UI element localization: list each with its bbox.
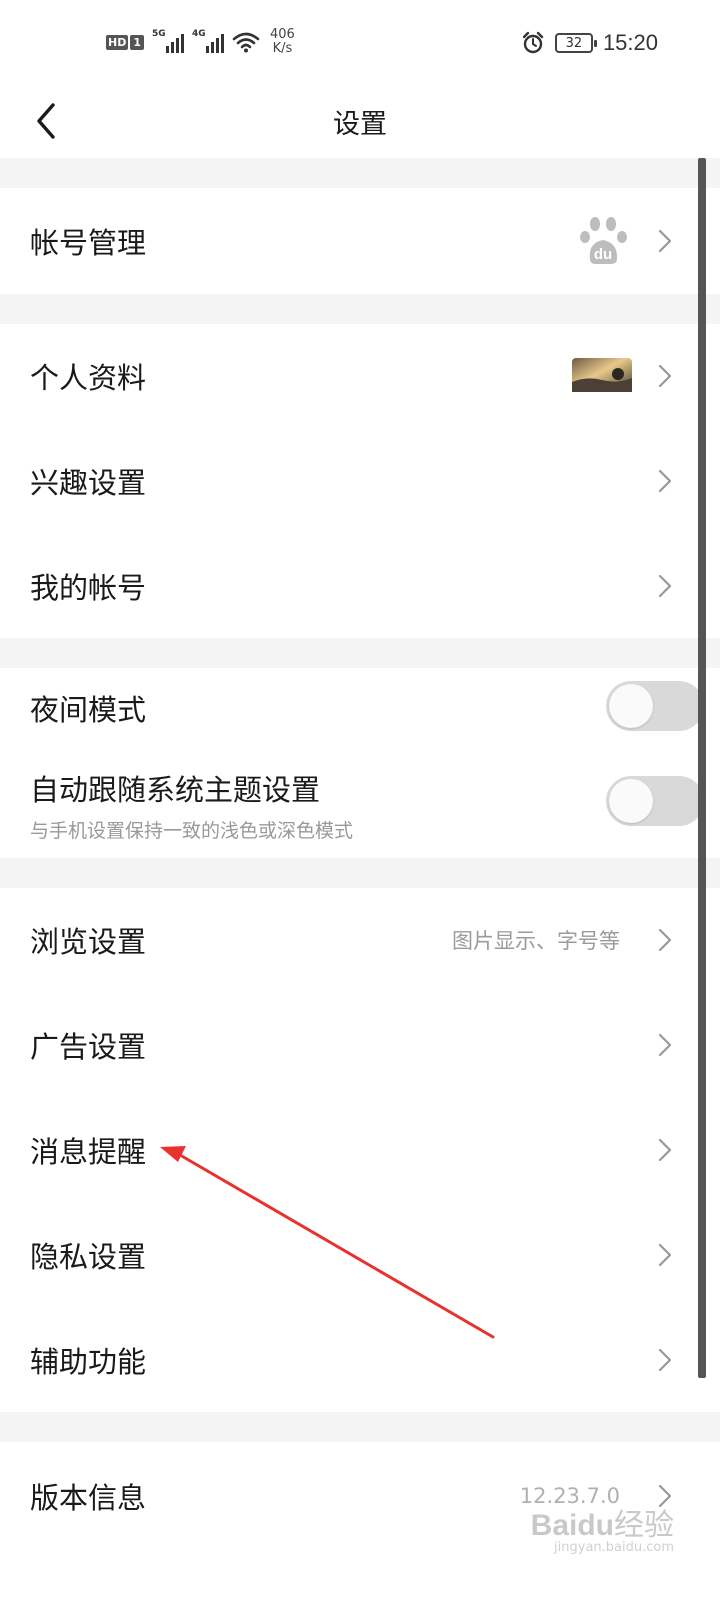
chevron-right-icon bbox=[658, 1348, 672, 1372]
follow-system-toggle[interactable] bbox=[606, 776, 704, 826]
network-type-1: 5G bbox=[152, 29, 166, 39]
interest-settings-label: 兴趣设置 bbox=[30, 466, 147, 500]
watermark: Baidu经验 jingyan.baidu.com bbox=[530, 1500, 674, 1555]
svg-text:du: du bbox=[594, 246, 612, 263]
section-divider bbox=[0, 638, 720, 668]
baidu-paw-icon: du bbox=[580, 217, 627, 264]
watermark-brand: Baidu bbox=[530, 1509, 614, 1542]
watermark-url: jingyan.baidu.com bbox=[554, 1540, 674, 1555]
profile-section: 个人资料 兴趣设置 我的帐号 bbox=[0, 324, 720, 638]
chevron-right-icon bbox=[658, 1033, 672, 1057]
signal-bar bbox=[221, 34, 224, 53]
signal-bar bbox=[166, 46, 169, 53]
signal-bar bbox=[181, 34, 184, 53]
follow-system-sublabel: 与手机设置保持一致的浅色或深色模式 bbox=[30, 820, 354, 842]
signal-bar bbox=[211, 42, 214, 53]
wifi-icon bbox=[232, 32, 260, 53]
chevron-right-icon bbox=[658, 1243, 672, 1267]
display-section: 夜间模式 自动跟随系统主题设置 与手机设置保持一致的浅色或深色模式 bbox=[0, 668, 720, 858]
browse-settings-value: 图片显示、字号等 bbox=[452, 929, 620, 953]
signal-icon: 5G bbox=[152, 29, 184, 53]
toggle-knob bbox=[609, 684, 653, 728]
night-mode-row: 夜间模式 bbox=[0, 668, 706, 748]
my-account-row[interactable]: 我的帐号 bbox=[0, 534, 706, 638]
chevron-right-icon bbox=[658, 928, 672, 952]
clock: 15:20 bbox=[602, 30, 658, 55]
night-mode-toggle[interactable] bbox=[606, 681, 704, 731]
message-reminder-label: 消息提醒 bbox=[30, 1135, 147, 1169]
message-reminder-row[interactable]: 消息提醒 bbox=[0, 1098, 706, 1202]
speed-value: 406 bbox=[270, 27, 295, 42]
general-section: 浏览设置 图片显示、字号等 广告设置 消息提醒 隐私设置 辅助功能 bbox=[0, 888, 720, 1412]
hd-label: HD bbox=[106, 34, 129, 50]
my-account-label: 我的帐号 bbox=[30, 571, 147, 605]
status-left: HD 1 5G 4G 406 K/s bbox=[106, 28, 295, 56]
interest-settings-row[interactable]: 兴趣设置 bbox=[0, 429, 706, 533]
version-info-label: 版本信息 bbox=[30, 1481, 147, 1515]
signal-bar bbox=[206, 46, 209, 53]
battery-level: 32 bbox=[565, 35, 583, 51]
privacy-settings-row[interactable]: 隐私设置 bbox=[0, 1203, 706, 1307]
status-bar: HD 1 5G 4G 406 K/s 32 15:20 bbox=[0, 0, 720, 90]
chevron-right-icon bbox=[658, 364, 672, 388]
scrollbar[interactable] bbox=[698, 158, 706, 1378]
sim-label: 1 bbox=[130, 34, 144, 50]
chevron-right-icon bbox=[658, 1138, 672, 1162]
signal-bar bbox=[216, 38, 219, 53]
profile-label: 个人资料 bbox=[30, 361, 147, 395]
account-management-row[interactable]: 帐号管理 du bbox=[0, 189, 706, 293]
toggle-knob bbox=[609, 779, 653, 823]
account-management-label: 帐号管理 bbox=[30, 226, 147, 260]
status-right: 32 15:20 bbox=[521, 30, 658, 56]
browse-settings-label: 浏览设置 bbox=[30, 925, 147, 959]
profile-row[interactable]: 个人资料 bbox=[0, 324, 706, 428]
section-divider bbox=[0, 1412, 720, 1442]
network-speed: 406 K/s bbox=[270, 28, 295, 56]
accessibility-label: 辅助功能 bbox=[30, 1345, 147, 1379]
follow-system-label: 自动跟随系统主题设置 bbox=[30, 773, 321, 807]
night-mode-label: 夜间模式 bbox=[30, 693, 147, 727]
alarm-icon bbox=[522, 31, 544, 54]
section-divider bbox=[0, 858, 720, 888]
hd-badge: HD 1 bbox=[106, 34, 144, 50]
watermark-suffix: 经验 bbox=[614, 1508, 674, 1543]
network-type-2: 4G bbox=[192, 29, 206, 39]
ad-settings-label: 广告设置 bbox=[30, 1030, 147, 1064]
browse-settings-row[interactable]: 浏览设置 图片显示、字号等 bbox=[0, 888, 706, 992]
chevron-right-icon bbox=[658, 469, 672, 493]
account-section: 帐号管理 du bbox=[0, 188, 720, 294]
follow-system-row: 自动跟随系统主题设置 与手机设置保持一致的浅色或深色模式 bbox=[0, 748, 706, 858]
section-divider bbox=[0, 294, 720, 324]
speed-unit: K/s bbox=[272, 41, 293, 56]
signal-bar bbox=[176, 38, 179, 53]
page-title: 设置 bbox=[333, 109, 387, 140]
chevron-right-icon bbox=[658, 574, 672, 598]
avatar-thumbnail bbox=[572, 358, 632, 392]
battery-icon: 32 bbox=[554, 33, 597, 53]
section-divider bbox=[0, 158, 720, 188]
accessibility-row[interactable]: 辅助功能 bbox=[0, 1308, 706, 1412]
privacy-settings-label: 隐私设置 bbox=[30, 1240, 147, 1274]
ad-settings-row[interactable]: 广告设置 bbox=[0, 993, 706, 1097]
nav-bar: 设置 bbox=[0, 90, 720, 158]
signal-bar bbox=[171, 42, 174, 53]
chevron-right-icon bbox=[658, 229, 672, 253]
signal-icon: 4G bbox=[192, 29, 224, 53]
